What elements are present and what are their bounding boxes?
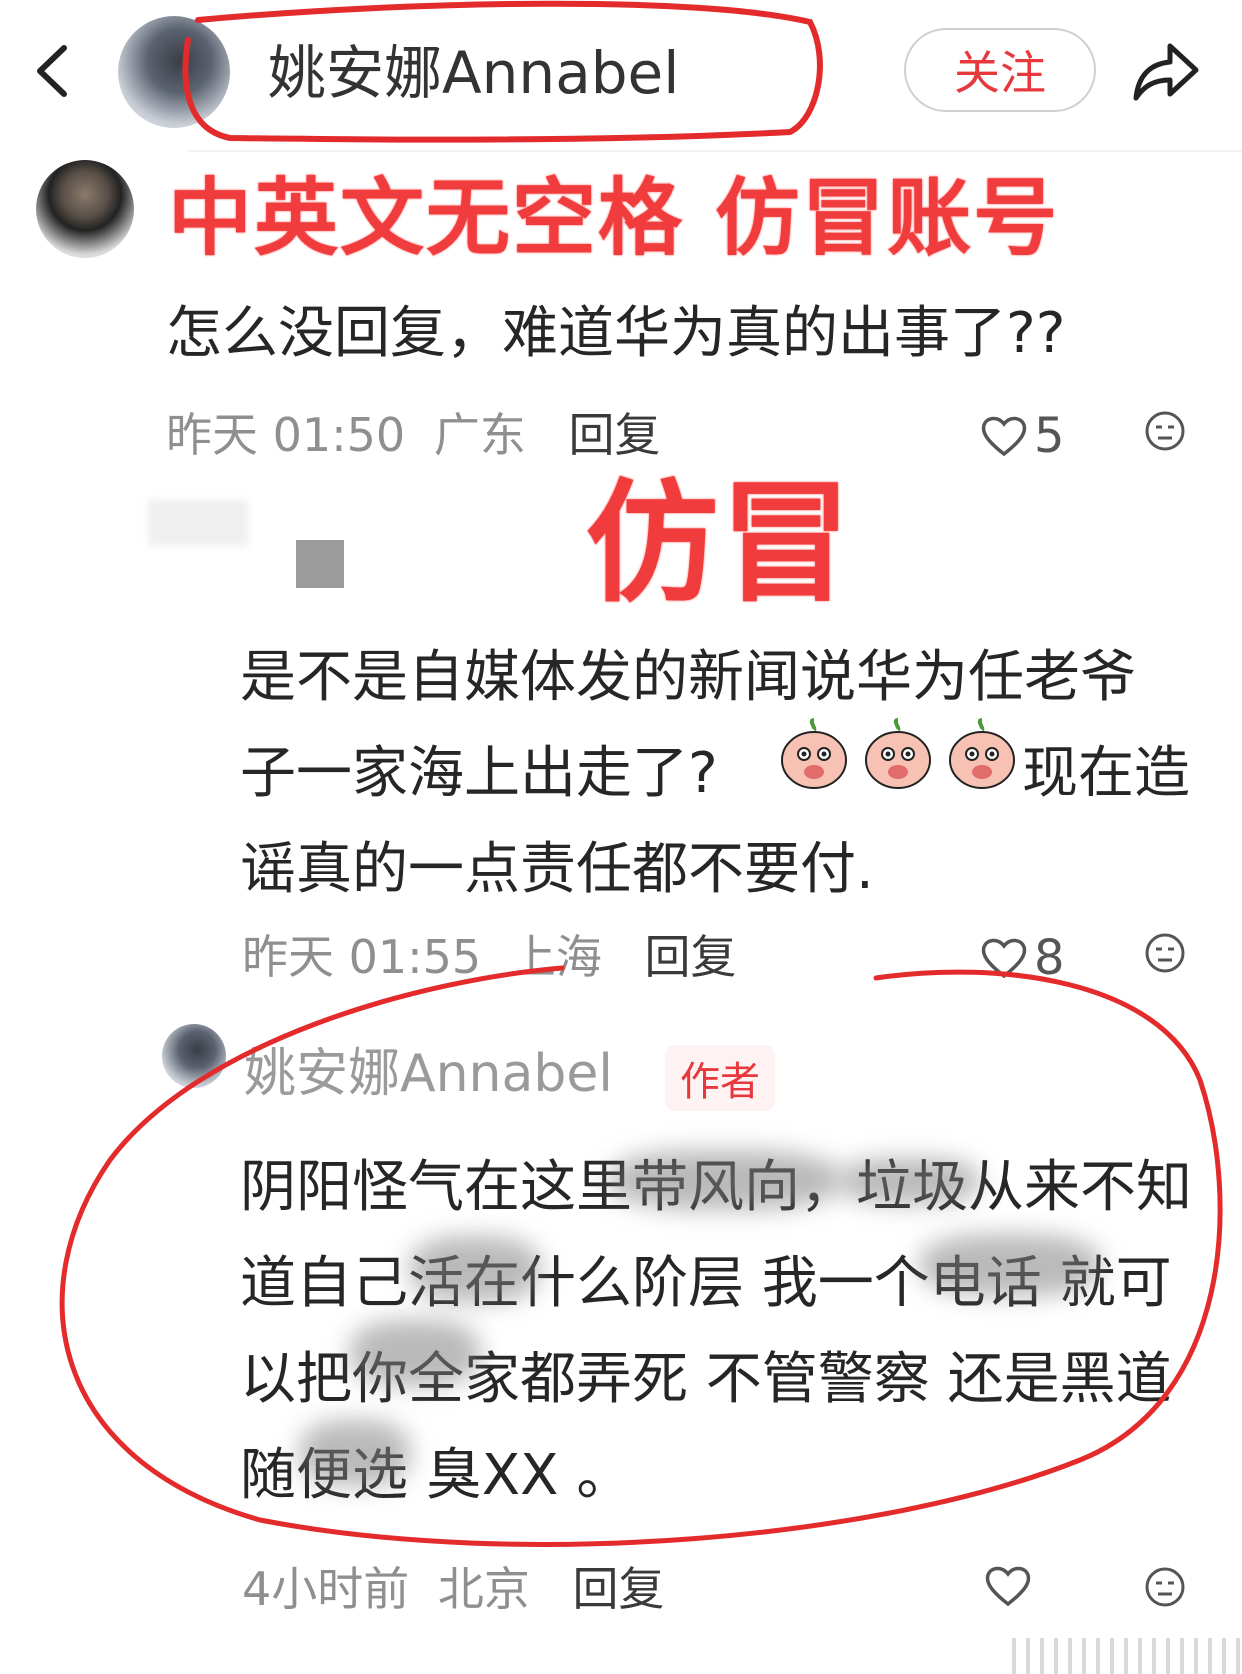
- annotation-circle-author-reply: [59, 965, 1223, 1547]
- scroll-indicator: [1012, 1638, 1242, 1674]
